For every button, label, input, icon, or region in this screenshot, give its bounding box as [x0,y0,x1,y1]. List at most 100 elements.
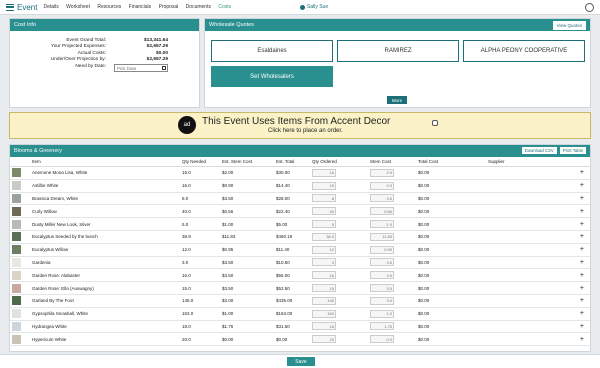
add-icon[interactable]: + [570,256,590,270]
est-stem-cost: $1.00 [220,217,274,231]
stem-cost-input[interactable] [370,232,394,241]
total-cost: $0.00 [416,166,486,180]
user-menu[interactable]: Sally Sue [300,4,328,10]
item-name: Hypericum White [30,332,180,347]
qty-ordered-input[interactable] [312,232,336,241]
item-name: Hydrangea White [30,320,180,334]
banner-subtitle: Click here to place an order. [268,128,343,134]
qty-ordered-input[interactable] [312,194,336,203]
nav-resources[interactable]: Resources [97,4,121,10]
set-wholesalers-button[interactable]: Set Wholesalers [211,66,333,87]
add-icon[interactable]: + [570,268,590,283]
add-icon[interactable]: + [570,179,590,193]
avatar[interactable] [585,3,594,12]
qty-ordered-input[interactable] [312,322,336,331]
qty-ordered-input[interactable] [312,284,336,293]
add-icon[interactable]: + [570,243,590,257]
accent-decor-banner[interactable]: ad This Event Uses Items From Accent Dec… [9,112,591,139]
add-icon[interactable]: + [570,281,590,295]
qty-ordered-input[interactable] [312,181,336,190]
qty-needed: 163.0 [180,307,220,321]
col-item: Item [30,157,180,167]
qty-ordered-input[interactable] [312,168,336,177]
nav-details[interactable]: Details [43,4,58,10]
stem-cost-input[interactable] [370,322,394,331]
est-total: $52.50 [274,281,310,295]
add-icon[interactable]: + [570,332,590,347]
total-cost: $0.00 [416,307,486,321]
qty-ordered-input[interactable] [312,296,336,305]
supplier [486,268,570,283]
est-stem-cost: $0.90 [220,179,274,193]
stem-cost-input[interactable] [370,284,394,293]
qty-ordered-input[interactable] [312,220,336,229]
add-icon[interactable]: + [570,294,590,308]
stem-cost-input[interactable] [370,271,394,280]
add-icon[interactable]: + [570,166,590,180]
qty-ordered-input[interactable] [312,258,336,267]
app-title: Event [17,2,38,12]
qty-ordered-input[interactable] [312,245,336,254]
nav-proposal[interactable]: Proposal [159,4,179,10]
wholesaler-logo[interactable]: Esaldaines [211,40,333,62]
add-icon[interactable]: + [570,192,590,206]
save-button[interactable]: Save [287,357,315,366]
qty-needed: 15.0 [180,166,220,180]
item-thumbnail [12,219,21,229]
qty-ordered-input[interactable] [312,271,336,280]
calendar-icon[interactable] [162,65,166,70]
add-icon[interactable]: + [570,307,590,321]
more-button[interactable]: More [387,96,407,104]
supplier [486,307,570,321]
wholesale-quotes-title: Wholesale Quotes [205,19,590,31]
supplier [486,166,570,180]
add-icon[interactable]: + [570,320,590,334]
supplier [486,179,570,193]
table-row: Eucalyptus Willow 12.0 $0.95 $11.40 $0.0… [10,243,590,257]
cost-row: Under/Over Projection by: $2,657.29 [50,57,168,62]
date-picker[interactable]: Pick Date [114,63,168,72]
stem-cost-input[interactable] [370,258,394,267]
stem-cost-input[interactable] [370,245,394,254]
stem-cost-input[interactable] [370,335,394,344]
qty-ordered-input[interactable] [312,207,336,216]
qty-ordered-input[interactable] [312,335,336,344]
cost-row: Event Grand Total: $13,341.64 [66,37,168,43]
stem-cost-input[interactable] [370,296,394,305]
download-csv-button[interactable]: Download CSV [521,147,557,154]
stem-cost-input[interactable] [370,181,394,190]
stem-cost-input[interactable] [370,207,394,216]
stem-cost-input[interactable] [370,220,394,229]
add-icon[interactable]: + [570,217,590,231]
total-cost: $0.00 [416,268,486,283]
est-stem-cost: $3.50 [220,268,274,283]
nav-documents[interactable]: Documents [186,4,211,10]
est-stem-cost: $0.00 [220,332,274,347]
wholesaler-logo[interactable]: ALPHA PEONY COOPERATIVE [463,40,585,62]
qty-needed: 15.0 [180,281,220,295]
total-cost: $0.00 [416,217,486,231]
nav-financials[interactable]: Financials [129,4,152,10]
qty-needed: 145.0 [180,294,220,308]
table-row: Gypsophila Snowball, White 163.0 $1.00 $… [10,307,590,321]
stem-cost-input[interactable] [370,168,394,177]
add-icon[interactable]: + [570,230,590,244]
est-stem-cost: $1.75 [220,320,274,334]
nav-worksheet[interactable]: Worksheet [66,4,90,10]
col-est-stem-cost: Est. Stem Cost [220,157,274,167]
print-table-button[interactable]: Print Table [559,147,586,154]
stem-cost-input[interactable] [370,194,394,203]
table-row: Garland By The Foot 145.0 $3.00 $435.00 … [10,294,590,308]
nav-costs[interactable]: Costs [218,4,231,10]
menu-icon[interactable] [6,3,14,11]
wholesaler-logo[interactable]: RAMIREZ [337,40,459,62]
table-row: Anemone Mona Lisa, White 15.0 $2.00 $30.… [10,166,590,180]
banner-title: This Event Uses Items From Accent Decor [202,116,391,127]
stem-cost-input[interactable] [370,309,394,318]
qty-ordered-input[interactable] [312,309,336,318]
add-icon[interactable]: + [570,204,590,219]
supplier [486,192,570,206]
est-stem-cost: $3.50 [220,256,274,270]
view-quotes-button[interactable]: View Quotes [552,21,586,30]
supplier [486,320,570,334]
